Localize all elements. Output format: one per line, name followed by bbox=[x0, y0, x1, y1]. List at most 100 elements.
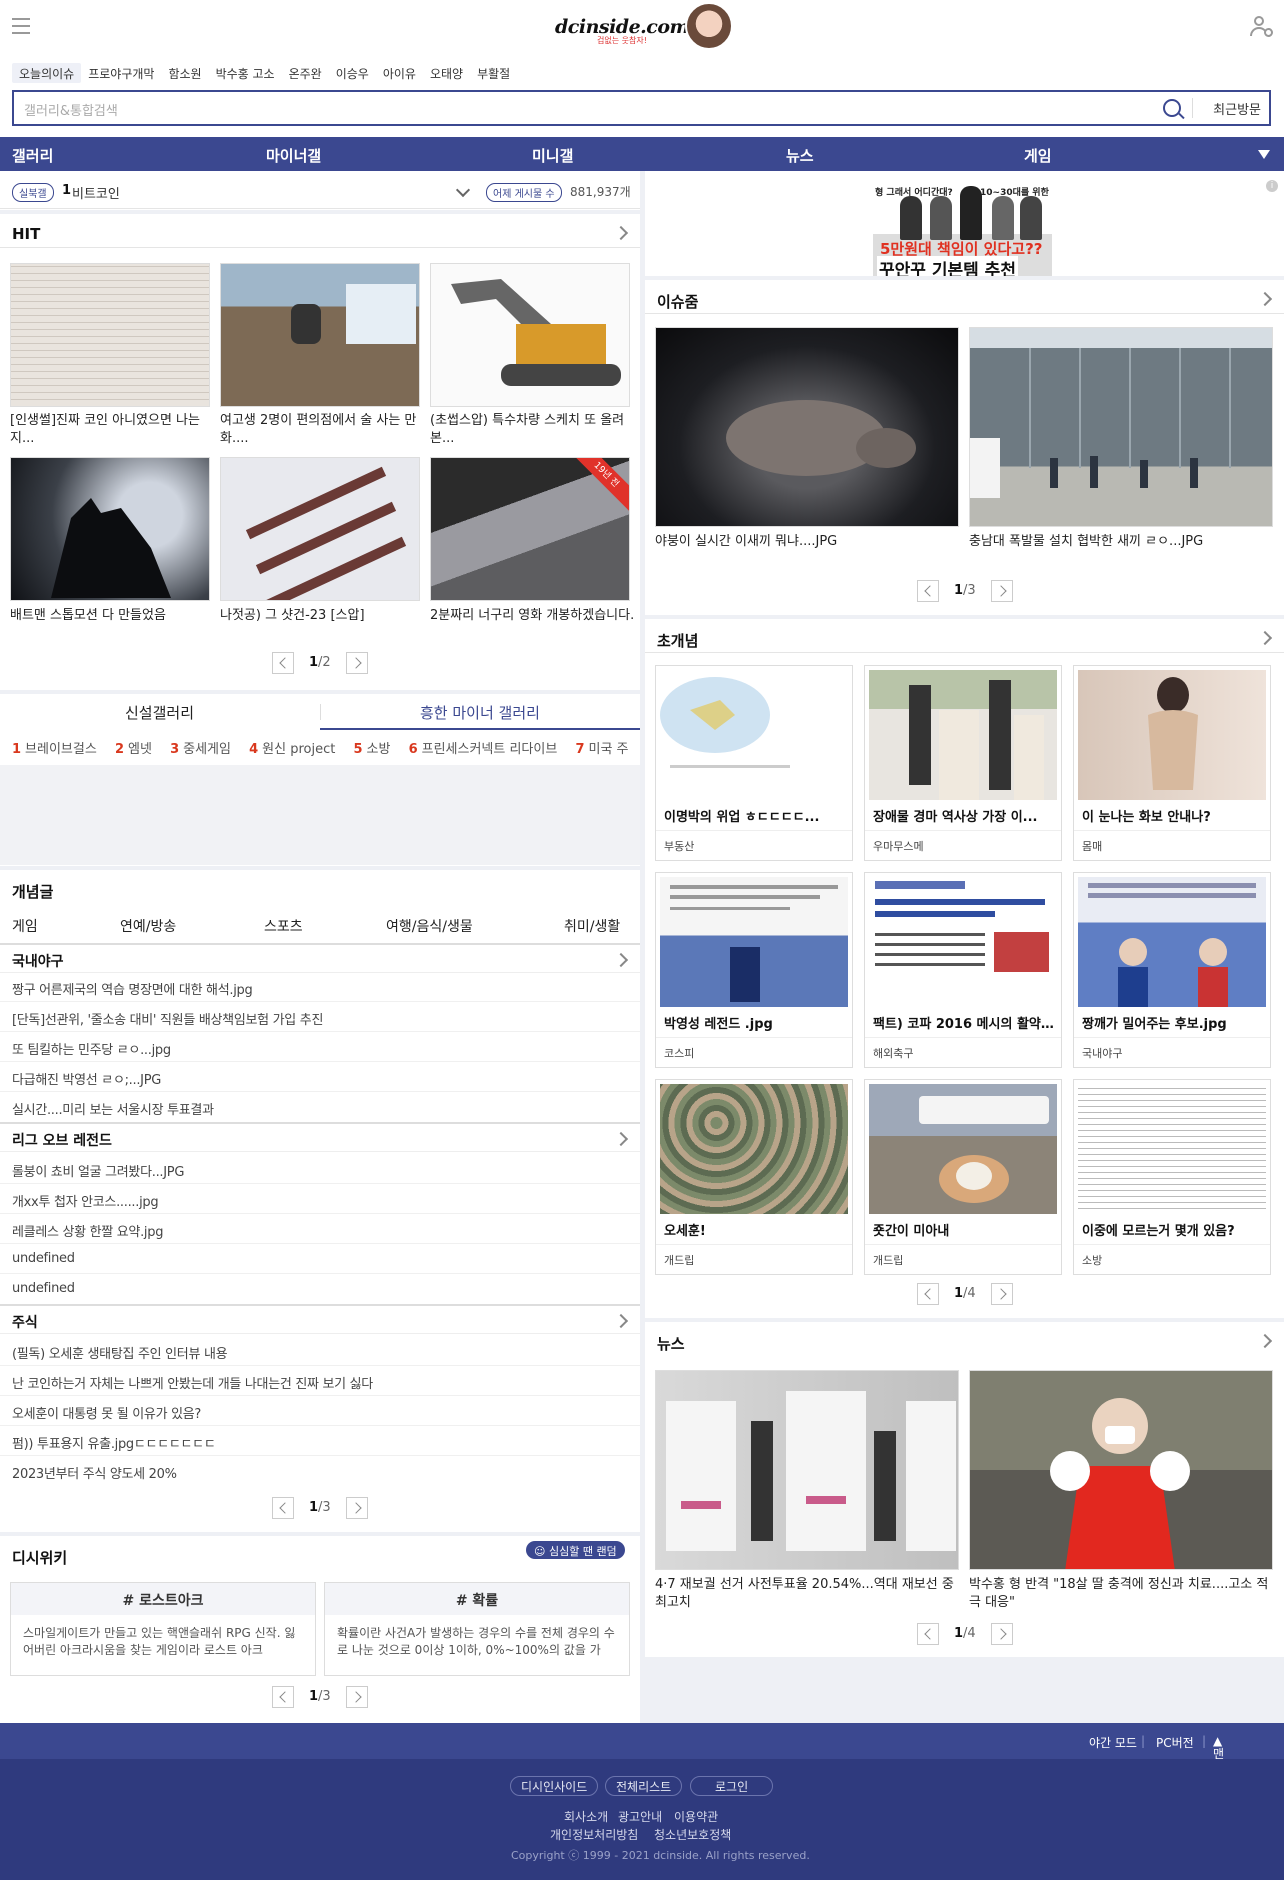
super-concept-card[interactable]: 이 눈나는 화보 안내나? 몸매 bbox=[1073, 665, 1271, 861]
search-icon[interactable] bbox=[1163, 99, 1181, 117]
super-concept-header[interactable]: 초개념 bbox=[645, 615, 1284, 653]
hit-thumbnail[interactable] bbox=[10, 457, 210, 601]
post-item[interactable]: 또 팀킬하는 민주당 ㄹㅇ...jpg bbox=[12, 1039, 171, 1058]
search-input[interactable]: 갤러리&통합검색 bbox=[24, 100, 118, 119]
hit-caption[interactable]: 여고생 2명이 편의점에서 술 사는 만화.... bbox=[220, 412, 425, 448]
issue-keyword[interactable]: 함소원 bbox=[161, 63, 208, 83]
hit-caption[interactable]: 나젓공) 그 샷건-23 [스압] bbox=[220, 607, 425, 625]
hit-thumbnail[interactable] bbox=[220, 263, 420, 407]
footer-link[interactable]: 회사소개 bbox=[564, 1808, 608, 1825]
ranking-item[interactable]: 7 미국 주 bbox=[575, 742, 628, 757]
super-concept-card[interactable]: 박영성 레전드 .jpg 코스피 bbox=[655, 872, 853, 1068]
super-concept-card[interactable]: 오세훈! 개드립 bbox=[655, 1079, 853, 1275]
menu-icon[interactable] bbox=[12, 18, 30, 34]
ranking-item[interactable]: 1 브레이브걸스 bbox=[12, 742, 97, 757]
chevron-right-icon[interactable] bbox=[613, 952, 629, 968]
news-caption[interactable]: 박수홍 형 반격 "18살 딸 충격에 정신과 치료....고소 적극 대응" bbox=[969, 1576, 1274, 1612]
post-item[interactable]: 롤붕이 쵸비 얼굴 그려봤다...JPG bbox=[12, 1161, 184, 1180]
hit-thumbnail[interactable]: 19년 전 bbox=[430, 457, 630, 601]
news-header[interactable]: 뉴스 bbox=[645, 1318, 1284, 1356]
issue-keyword[interactable]: 오태양 bbox=[423, 63, 470, 83]
search-bar[interactable]: 갤러리&통합검색 최근방문 bbox=[12, 90, 1271, 126]
super-concept-card[interactable]: 팩트) 코파 2016 메시의 활약... 해외축구 bbox=[864, 872, 1062, 1068]
post-item[interactable]: undefined bbox=[12, 1281, 75, 1296]
nav-gallery[interactable]: 갤러리 bbox=[12, 145, 53, 166]
footer-link[interactable]: 개인정보처리방침 bbox=[550, 1826, 638, 1843]
post-item[interactable]: [단독]선관위, '줄소송 대비' 직원들 배상책임보험 가입 추진 bbox=[12, 1009, 323, 1028]
next-page-button[interactable] bbox=[346, 1497, 368, 1519]
pc-version-link[interactable]: PC버전 bbox=[1156, 1734, 1194, 1751]
post-item[interactable]: 짱구 어른제국의 역습 명장면에 대한 해석.jpg bbox=[12, 979, 253, 998]
user-settings-icon[interactable] bbox=[1250, 16, 1273, 38]
tab-new-gallery[interactable]: 신설갤러리 bbox=[125, 702, 194, 723]
issue-keyword[interactable]: 아이유 bbox=[376, 63, 423, 83]
realtime-keyword[interactable]: 비트코인 bbox=[72, 183, 120, 202]
hit-thumbnail[interactable] bbox=[430, 263, 630, 407]
issue-keyword[interactable]: 박수홍 고소 bbox=[209, 63, 282, 83]
issue-zoom-caption[interactable]: 야붕이 실시간 이새끼 뭐냐....JPG bbox=[655, 533, 955, 551]
issue-keyword[interactable]: 이승우 bbox=[329, 63, 376, 83]
issue-zoom-caption[interactable]: 충남대 폭발물 설치 협박한 새끼 ㄹㅇ...JPG bbox=[969, 533, 1274, 551]
nav-mini-gallery[interactable]: 미니갤 bbox=[532, 145, 573, 166]
hit-caption[interactable]: 배트맨 스톱모션 다 만들었음 bbox=[10, 607, 215, 625]
prev-page-button[interactable] bbox=[272, 1686, 294, 1708]
post-item[interactable]: 레클레스 상황 한짤 요약.jpg bbox=[12, 1221, 163, 1240]
chevron-right-icon[interactable] bbox=[613, 1131, 629, 1147]
issue-zoom-thumbnail[interactable] bbox=[655, 327, 959, 527]
issue-keyword[interactable]: 프로야구개막 bbox=[81, 63, 161, 83]
next-page-button[interactable] bbox=[346, 1686, 368, 1708]
news-thumbnail[interactable] bbox=[655, 1370, 959, 1570]
issue-zoom-header[interactable]: 이슈줌 bbox=[645, 276, 1284, 314]
hit-caption[interactable]: (초썹스압) 특수차량 스케치 또 올려본... bbox=[430, 412, 635, 448]
chevron-right-icon[interactable] bbox=[613, 225, 629, 241]
super-concept-card[interactable]: 짱깨가 밀어주는 후보.jpg 국내야구 bbox=[1073, 872, 1271, 1068]
footer-link[interactable]: 광고안내 bbox=[618, 1808, 662, 1825]
wiki-card[interactable]: # 로스트아크 스마일게이트가 만들고 있는 핵앤슬래쉬 RPG 신작. 잃어버… bbox=[10, 1582, 316, 1676]
hit-caption[interactable]: 2분짜리 너구리 영화 개봉하겠습니다. bbox=[430, 607, 635, 625]
hit-header[interactable]: HIT bbox=[0, 210, 640, 248]
issue-keyword[interactable]: 부활절 bbox=[470, 63, 517, 83]
prev-page-button[interactable] bbox=[272, 1497, 294, 1519]
nav-news[interactable]: 뉴스 bbox=[786, 145, 814, 166]
nav-minor-gallery[interactable]: 마이너갤 bbox=[266, 145, 321, 166]
night-mode-link[interactable]: 야간 모드 bbox=[1089, 1734, 1137, 1751]
group-header[interactable]: 리그 오브 레전드 bbox=[0, 1122, 640, 1152]
issue-keyword[interactable]: 온주완 bbox=[282, 63, 329, 83]
post-item[interactable]: 다급해진 박영선 ㄹㅇ;...JPG bbox=[12, 1069, 161, 1088]
nav-expand-icon[interactable] bbox=[1258, 150, 1270, 159]
issue-keyword[interactable]: 오늘의이슈 bbox=[12, 63, 82, 83]
realtime-ranking-bar[interactable]: 실북갤 1 비트코인 어제 게시물 수 881,937개 bbox=[0, 171, 640, 209]
hit-thumbnail[interactable] bbox=[220, 457, 420, 601]
next-page-button[interactable] bbox=[991, 580, 1013, 602]
group-header[interactable]: 주식 bbox=[0, 1304, 640, 1334]
chevron-right-icon[interactable] bbox=[1257, 630, 1273, 646]
post-item[interactable]: undefined bbox=[12, 1251, 75, 1266]
ranking-item[interactable]: 3 중세게임 bbox=[170, 742, 231, 757]
post-item[interactable]: 실시간....미리 보는 서울시장 투표결과 bbox=[12, 1099, 214, 1118]
chevron-right-icon[interactable] bbox=[613, 1313, 629, 1329]
wiki-card[interactable]: # 확률 확률이란 사건A가 발생하는 경우의 수를 전체 경우의 수로 나눈 … bbox=[324, 1582, 630, 1676]
prev-page-button[interactable] bbox=[272, 652, 294, 674]
ranking-item[interactable]: 4 원신 project bbox=[249, 742, 335, 757]
ranking-item[interactable]: 5 소방 bbox=[353, 742, 390, 757]
nav-game[interactable]: 게임 bbox=[1024, 145, 1052, 166]
info-icon[interactable]: i bbox=[1266, 180, 1278, 192]
post-item[interactable]: 난 코인하는거 자체는 나쁘게 안봤는데 개들 나대는건 진짜 보기 싫다 bbox=[12, 1373, 373, 1392]
news-caption[interactable]: 4·7 재보궐 선거 사전투표율 20.54%...역대 재보선 중 최고치 bbox=[655, 1576, 955, 1612]
tab-popular-minor-gallery[interactable]: 흥한 마이너 갤러리 bbox=[420, 702, 540, 723]
dcinside-button[interactable]: 디시인사이드 bbox=[510, 1776, 599, 1796]
scroll-top-link[interactable]: 맨위로 ▲ bbox=[1213, 1734, 1224, 1795]
prev-page-button[interactable] bbox=[917, 1623, 939, 1645]
next-page-button[interactable] bbox=[346, 652, 368, 674]
ranking-item[interactable]: 6 프린세스커넥트 리다이브 bbox=[409, 742, 558, 757]
issue-zoom-thumbnail[interactable] bbox=[969, 327, 1273, 527]
hit-caption[interactable]: [인생썰]진짜 코인 아니였으면 나는 지... bbox=[10, 412, 215, 448]
super-concept-card[interactable]: 장애물 경마 역사상 가장 이... 우마무스메 bbox=[864, 665, 1062, 861]
super-concept-card[interactable]: 죳간이 미아내 개드립 bbox=[864, 1079, 1062, 1275]
login-button[interactable]: 로그인 bbox=[690, 1776, 774, 1796]
post-item[interactable]: (필독) 오세훈 생태탕집 주인 인터뷰 내용 bbox=[12, 1343, 228, 1362]
news-thumbnail[interactable] bbox=[969, 1370, 1273, 1570]
random-wiki-button[interactable]: ☺ 심심할 땐 랜덤 bbox=[526, 1541, 625, 1559]
category-tab[interactable]: 취미/생활 bbox=[564, 916, 620, 936]
category-tab[interactable]: 여행/음식/생물 bbox=[386, 916, 473, 936]
